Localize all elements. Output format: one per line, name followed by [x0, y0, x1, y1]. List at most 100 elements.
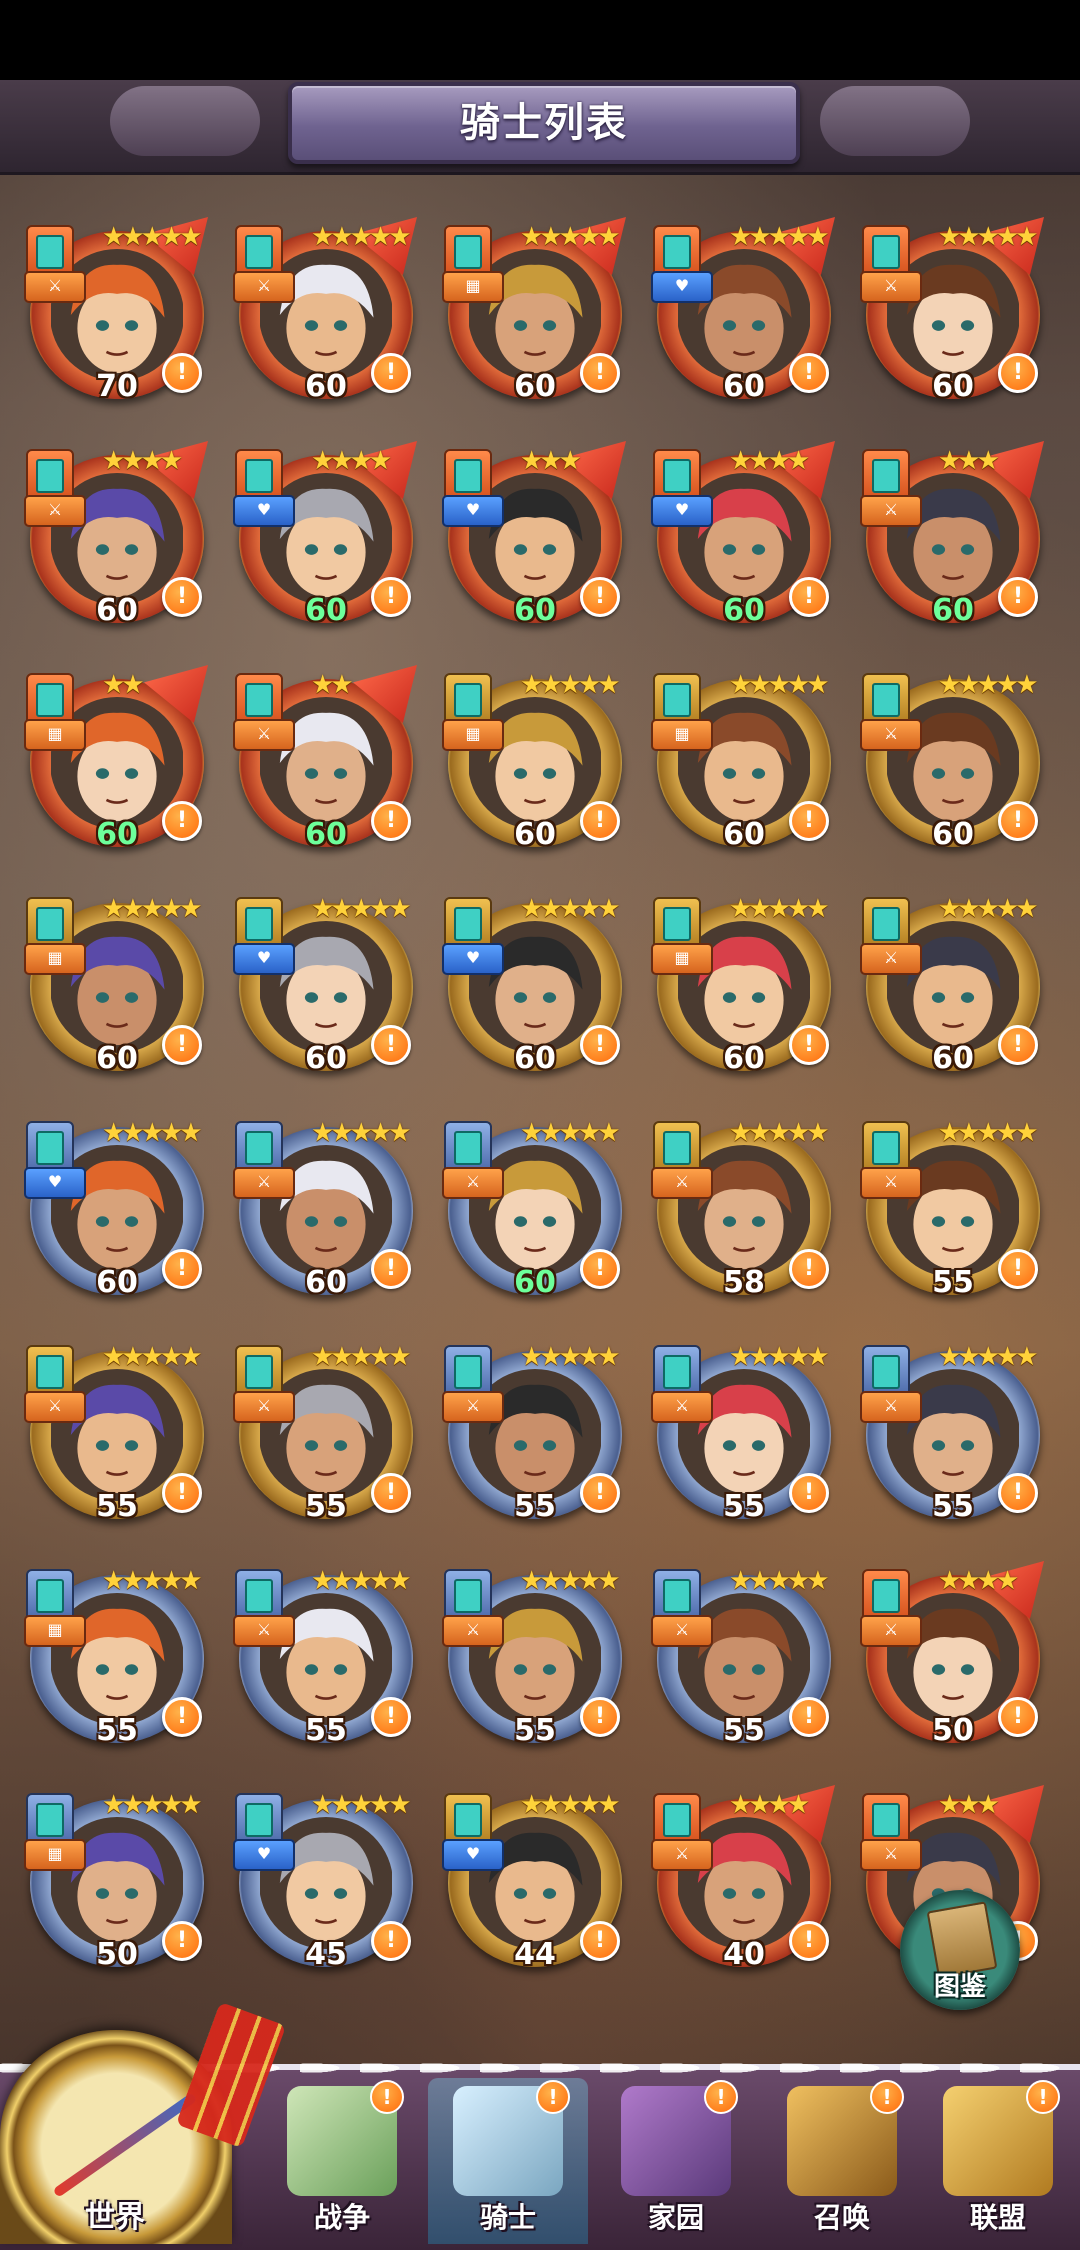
knight-card[interactable]: ★★★★★ ⚔ 55! — [651, 1567, 831, 1748]
star-rating: ★★★★★ — [102, 894, 203, 924]
knight-card[interactable]: ★★★★★ ⚔ 60! — [233, 217, 417, 404]
knight-level: 60 — [305, 817, 347, 852]
knight-card[interactable]: ★★★★★ ♥ 44! — [442, 1790, 622, 1972]
nav-knights-badge: ! — [536, 2080, 570, 2114]
sword-role-icon: ⚔ — [24, 271, 86, 303]
knight-card[interactable]: ★★★★★ ▦ 60! — [24, 894, 204, 1076]
knight-card[interactable]: ★★★★★ ⚔ 60! — [233, 1119, 413, 1300]
knight-card[interactable]: ★★ ⚔ 60! — [233, 665, 417, 852]
gem-icon — [663, 1579, 691, 1613]
nav-alliance-badge: ! — [1026, 2080, 1060, 2114]
alert-badge: ! — [162, 1697, 202, 1737]
knight-card[interactable]: ★★★ ⚔ 60! — [860, 441, 1044, 628]
knight-level: 60 — [514, 1265, 556, 1300]
alert-badge: ! — [371, 1921, 411, 1961]
knight-level: 60 — [96, 593, 138, 628]
nav-alliance[interactable]: 联盟 ! — [918, 2078, 1078, 2244]
gem-icon — [245, 683, 273, 717]
knight-card[interactable]: ★★★★★ ♥ 60! — [651, 217, 835, 404]
knight-card[interactable]: ★★★★★ ♥ 45! — [233, 1791, 413, 1972]
alert-badge: ! — [998, 353, 1038, 393]
star-rating: ★★★★★ — [520, 222, 621, 252]
knight-card[interactable]: ★★★★ ♥ 60! — [233, 441, 417, 628]
codex-button[interactable]: 图鉴 — [900, 1890, 1020, 2010]
wall-role-icon: ▦ — [24, 719, 86, 751]
knight-card[interactable]: ★★★★★ ⚔ 60! — [442, 1118, 622, 1300]
knight-card[interactable]: ★★★★★ ▦ 60! — [442, 217, 626, 404]
knight-card[interactable]: ★★★★★ ⚔ 55! — [860, 1119, 1040, 1300]
alert-badge: ! — [580, 1697, 620, 1737]
sword-role-icon: ⚔ — [860, 495, 922, 527]
star-rating: ★★★★★ — [729, 222, 830, 252]
knight-card[interactable]: ★★★★★ ⚔ 60! — [860, 217, 1044, 404]
gem-icon — [454, 1803, 482, 1837]
heart-role-icon: ♥ — [442, 1839, 504, 1871]
knight-level: 60 — [96, 817, 138, 852]
knight-level: 60 — [723, 1041, 765, 1076]
knight-level: 60 — [723, 817, 765, 852]
knight-card[interactable]: ★★★★★ ⚔ 55! — [651, 1343, 831, 1524]
nav-summon-badge: ! — [870, 2080, 904, 2114]
sword-role-icon: ⚔ — [860, 1391, 922, 1423]
nav-war[interactable]: 战争 ! — [262, 2078, 422, 2244]
knight-card[interactable]: ★★★★★ ▦ 60! — [442, 671, 622, 852]
nav-summon-label: 召唤 — [813, 2201, 870, 2234]
heart-role-icon: ♥ — [651, 271, 713, 303]
knight-card[interactable]: ★★★★★ ⚔ 70! — [24, 217, 208, 404]
gem-icon — [36, 683, 64, 717]
knight-card[interactable]: ★★★★★ ⚔ 58! — [651, 1119, 831, 1300]
knight-card[interactable]: ★★★★★ ⚔ 55! — [442, 1343, 622, 1524]
gem-icon — [245, 235, 273, 269]
knight-card[interactable]: ★★★★ ⚔ 40! — [651, 1785, 835, 1972]
knight-card[interactable]: ★★★★★ ⚔ 60! — [860, 671, 1040, 852]
knight-card[interactable]: ★★ ▦ 60! — [24, 665, 208, 852]
knight-card[interactable]: ★★★★★ ⚔ 55! — [233, 1343, 413, 1524]
alert-badge: ! — [162, 801, 202, 841]
knight-level: 60 — [305, 1041, 347, 1076]
knight-level: 60 — [305, 1265, 347, 1300]
heart-role-icon: ♥ — [233, 943, 295, 975]
nav-knights[interactable]: 骑士 ! — [428, 2078, 588, 2244]
knight-card[interactable]: ★★★ ♥ 60! — [442, 441, 626, 628]
gem-icon — [36, 1579, 64, 1613]
star-rating: ★★★★★ — [311, 894, 412, 924]
nav-summon[interactable]: 召唤 ! — [762, 2078, 922, 2244]
nav-home[interactable]: 家园 ! — [596, 2078, 756, 2244]
star-rating: ★★★★★ — [520, 1118, 621, 1148]
star-rating: ★★★★★ — [520, 1790, 621, 1820]
knight-level: 60 — [723, 369, 765, 404]
alert-badge: ! — [580, 801, 620, 841]
knight-card[interactable]: ★★★★★ ▦ 50! — [24, 1791, 204, 1972]
star-rating: ★★★★ — [311, 446, 392, 476]
star-rating: ★★★★ — [729, 1790, 810, 1820]
alert-badge: ! — [580, 353, 620, 393]
knight-card[interactable]: ★★★★★ ♥ 60! — [442, 895, 622, 1076]
knight-card[interactable]: ★★★★★ ▦ 60! — [651, 671, 831, 852]
knight-card[interactable]: ★★★★★ ⚔ 55! — [442, 1567, 622, 1748]
alert-badge: ! — [371, 1473, 411, 1513]
page-title: 骑士列表 — [460, 100, 628, 146]
knight-card[interactable]: ★★★★★ ♥ 60! — [233, 894, 413, 1076]
alert-badge: ! — [162, 1473, 202, 1513]
knight-card[interactable]: ★★★★★ ⚔ 55! — [860, 1343, 1040, 1524]
knight-card[interactable]: ★★★★★ ⚔ 55! — [233, 1567, 413, 1748]
knight-level: 55 — [305, 1713, 347, 1748]
knight-card[interactable]: ★★★★ ⚔ 60! — [24, 441, 208, 628]
gem-icon — [872, 1355, 900, 1389]
alert-badge: ! — [998, 577, 1038, 617]
knight-card[interactable]: ★★★★ ♥ 60! — [651, 441, 835, 628]
knight-card[interactable]: ★★★★★ ♥ 60! — [24, 1119, 204, 1300]
nav-home-badge: ! — [704, 2080, 738, 2114]
knight-card[interactable]: ★★★★★ ▦ 55! — [24, 1567, 204, 1748]
knight-card[interactable]: ★★★★★ ▦ 60! — [651, 895, 831, 1076]
knight-card[interactable]: ★★★★★ ⚔ 60! — [860, 895, 1040, 1076]
knight-card[interactable]: ★★★★★ ⚔ 55! — [24, 1343, 204, 1524]
alert-badge: ! — [789, 801, 829, 841]
gem-icon — [245, 1131, 273, 1165]
sword-role-icon: ⚔ — [651, 1167, 713, 1199]
alert-badge: ! — [162, 577, 202, 617]
star-rating: ★★★ — [938, 1790, 1000, 1820]
knight-level: 60 — [514, 593, 556, 628]
knight-level: 60 — [723, 593, 765, 628]
knight-card[interactable]: ★★★★ ⚔ 50! — [860, 1561, 1044, 1748]
